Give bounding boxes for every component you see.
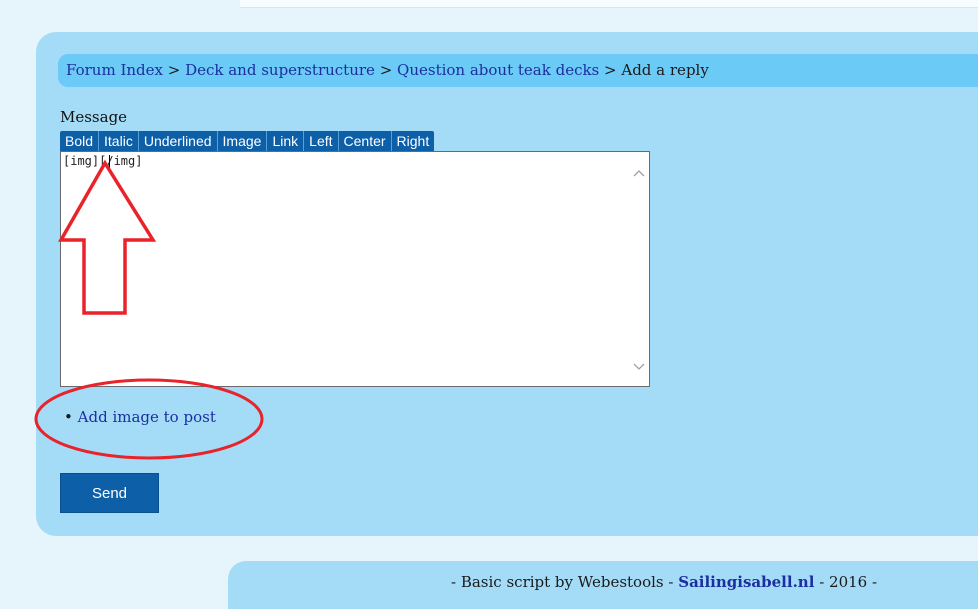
send-button[interactable]: Send (60, 473, 159, 513)
breadcrumb-forum-index[interactable]: Forum Index (66, 61, 163, 79)
breadcrumb-teak-decks[interactable]: Question about teak decks (397, 61, 599, 79)
underline-button[interactable]: Underlined (139, 131, 218, 151)
breadcrumb-deck-superstructure[interactable]: Deck and superstructure (185, 61, 375, 79)
footer-suffix: - 2016 - (819, 573, 878, 591)
image-button[interactable]: Image (218, 131, 268, 151)
add-image-link[interactable]: Add image to post (78, 408, 216, 426)
message-label: Message (60, 108, 128, 126)
bullet: • (64, 408, 73, 426)
bold-button[interactable]: Bold (60, 131, 100, 151)
footer-site-link[interactable]: Sailingisabell.nl (678, 573, 814, 591)
breadcrumb-separator: > (599, 61, 622, 79)
footer: - Basic script by Webestools - Sailingis… (228, 561, 978, 609)
message-textarea[interactable]: [img][/img] (60, 151, 650, 387)
message-text: [img][/img] (63, 154, 143, 168)
link-button[interactable]: Link (267, 131, 305, 151)
text-caret (109, 155, 110, 169)
top-strip (240, 0, 978, 8)
breadcrumb-separator: > (374, 61, 398, 79)
align-center-button[interactable]: Center (339, 131, 392, 151)
align-left-button[interactable]: Left (304, 131, 339, 151)
align-right-button[interactable]: Right (392, 131, 435, 151)
footer-text: - Basic script by Webestools - Sailingis… (451, 573, 877, 591)
add-image-item: • Add image to post (64, 408, 216, 426)
breadcrumb: Forum Index > Deck and superstructure > … (58, 54, 978, 87)
scroll-down-icon[interactable] (633, 360, 645, 372)
scroll-up-icon[interactable] (633, 168, 645, 180)
italic-button[interactable]: Italic (99, 131, 139, 151)
format-toolbar: Bold Italic Underlined Image Link Left C… (60, 131, 435, 151)
breadcrumb-separator: > (162, 61, 186, 79)
footer-prefix: - Basic script by Webestools - (451, 573, 674, 591)
breadcrumb-current: Add a reply (621, 61, 709, 79)
